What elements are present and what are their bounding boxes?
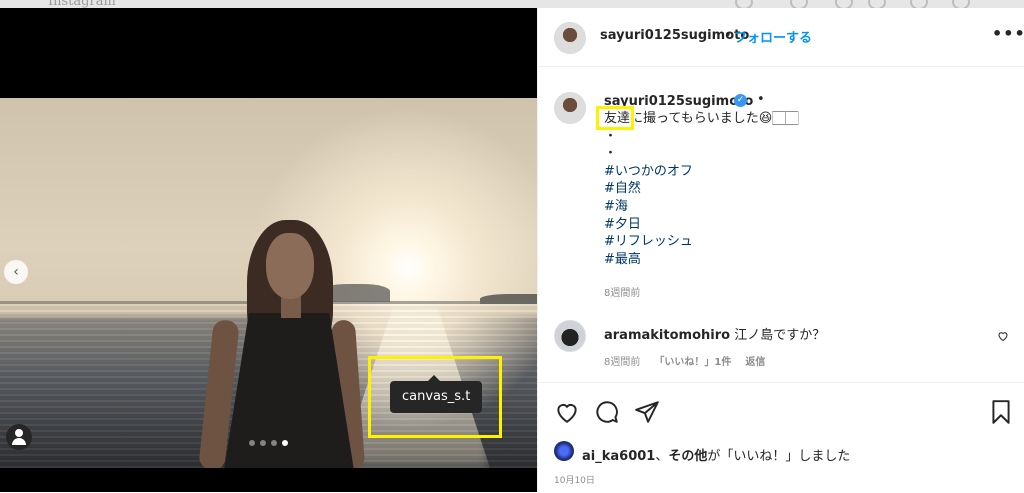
verified-badge-icon: ✓ xyxy=(734,94,747,107)
hashtag-link[interactable]: #海 xyxy=(604,198,798,216)
caption-dot-line: ・ xyxy=(604,146,618,162)
carousel-dot xyxy=(260,440,266,446)
caption-dot-line: ・ xyxy=(604,128,618,144)
comment-meta: 8週間前 「いいね！」1件 返信 xyxy=(604,353,765,368)
caption-timestamp[interactable]: 8週間前 xyxy=(604,284,640,299)
likes-summary: ai_ka6001、その他が「いいね！」しました xyxy=(582,449,851,464)
caption-dot: • xyxy=(757,92,765,107)
comment-timestamp[interactable]: 8週間前 xyxy=(604,353,640,368)
hashtag-link[interactable]: #自然 xyxy=(604,180,798,198)
comment-like-heart-icon[interactable] xyxy=(997,330,1009,342)
like-heart-icon[interactable] xyxy=(554,399,580,425)
highlight-box-caption xyxy=(596,106,634,130)
more-options-icon[interactable]: ••• xyxy=(992,24,1024,43)
author-avatar[interactable] xyxy=(554,22,586,54)
post-sidebar: sayuri0125sugimoto • フォローする ••• sayuri01… xyxy=(537,8,1024,492)
hashtag-link[interactable]: #夕日 xyxy=(604,216,798,234)
comment-text: 江ノ島ですか？ xyxy=(734,328,826,343)
liker-avatar[interactable] xyxy=(554,441,574,461)
top-nav-strip: Instagram xyxy=(0,0,1024,10)
highlight-box-tag xyxy=(368,356,502,438)
post-actions: ai_ka6001、その他が「いいね！」しました 10月10日 xyxy=(538,382,1024,493)
post-date[interactable]: 10月10日 xyxy=(554,473,595,486)
others-link[interactable]: その他 xyxy=(668,449,707,464)
carousel-dot-active xyxy=(282,440,288,446)
reply-button[interactable]: 返信 xyxy=(745,353,765,368)
follow-button[interactable]: フォローする xyxy=(734,27,812,46)
share-send-icon[interactable] xyxy=(634,399,660,425)
hashtag-link[interactable]: #リフレッシュ xyxy=(604,233,798,251)
caption-text: 友達に撮ってもらいました😆🏻🏻 ・ ・ #いつかのオフ #自然 #海 #夕日 #… xyxy=(604,110,798,268)
carousel-prev-button[interactable]: ‹ xyxy=(4,260,28,284)
carousel-dots xyxy=(249,440,288,446)
hashtag-link[interactable]: #最高 xyxy=(604,251,798,269)
hashtag-link[interactable]: #いつかのオフ xyxy=(604,163,798,181)
caption-first-line: に撮ってもらいました😆🏻🏻 xyxy=(630,111,799,126)
header-separator: • xyxy=(724,28,732,43)
commenter-username[interactable]: aramakitomohiro xyxy=(604,328,730,343)
liker-username[interactable]: ai_ka6001 xyxy=(582,449,655,464)
comment-bubble-icon[interactable] xyxy=(594,399,620,425)
post-header: sayuri0125sugimoto • フォローする ••• xyxy=(538,8,1024,67)
comment-likes-link[interactable]: 「いいね！」1件 xyxy=(654,353,731,368)
user-tag-icon[interactable] xyxy=(6,424,32,450)
chevron-left-icon: ‹ xyxy=(13,264,19,280)
carousel-dot xyxy=(249,440,255,446)
commenter-avatar[interactable] xyxy=(554,320,586,352)
bookmark-save-icon[interactable] xyxy=(988,399,1014,425)
carousel-dot xyxy=(271,440,277,446)
caption-avatar[interactable] xyxy=(554,92,586,124)
